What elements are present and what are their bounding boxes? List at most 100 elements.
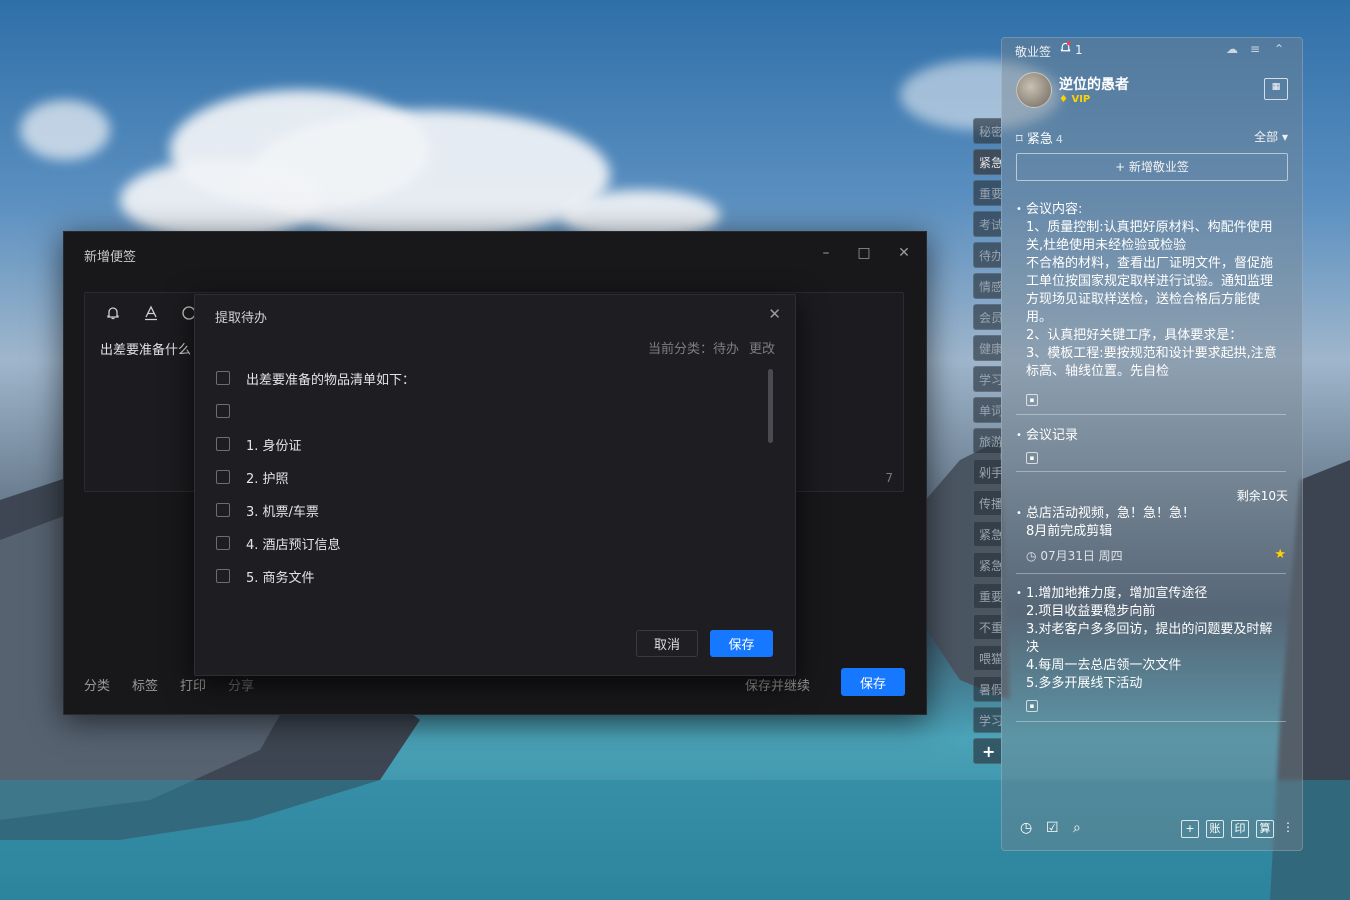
side-tab[interactable]: 暑假 <box>973 676 1001 702</box>
todo-text: 3. 机票/车票 <box>246 504 319 520</box>
account-icon[interactable]: 账 <box>1206 820 1224 838</box>
note-line: 会议内容: <box>1026 202 1083 217</box>
todo-item[interactable]: 4. 酒店预订信息 <box>216 533 341 553</box>
todo-text: 1. 身份证 <box>246 438 302 454</box>
todo-item[interactable] <box>216 401 246 421</box>
maximize-icon[interactable]: □ <box>854 243 874 263</box>
todo-item[interactable]: 出差要准备的物品清单如下： <box>216 368 415 388</box>
side-tab[interactable]: 旅游 <box>973 428 1001 454</box>
avatar[interactable] <box>1016 72 1052 108</box>
dialog-save-button[interactable]: 保存 <box>710 630 773 657</box>
side-tab-active[interactable]: 紧急 <box>973 149 1001 175</box>
add-tab-button[interactable]: + <box>973 738 1001 764</box>
todo-text: 4. 酒店预订信息 <box>246 537 341 553</box>
print-link[interactable]: 打印 <box>180 675 206 694</box>
vip-badge: ♦ VIP <box>1059 94 1091 105</box>
note-line: 3.对老客户多多回访，提出的问题要及时解 <box>1026 622 1273 637</box>
side-tab[interactable]: 学习 <box>973 366 1001 392</box>
bullet-icon: • <box>1016 430 1022 441</box>
menu-icon[interactable]: ≡ <box>1250 42 1260 56</box>
username[interactable]: 逆位的愚者 <box>1059 74 1129 94</box>
note-body: 会议内容: 1、质量控制:认真把好原材料、构配件使用 关,杜绝使用未经检验或检验… <box>1026 201 1288 381</box>
reminder-bell-icon[interactable] <box>103 305 123 325</box>
todo-item[interactable]: 3. 机票/车票 <box>216 500 319 520</box>
bullet-icon: • <box>1016 204 1022 215</box>
todo-item[interactable]: 5. 商务文件 <box>216 566 315 586</box>
note-line: 8月前完成剪辑 <box>1026 524 1113 539</box>
divider <box>1016 721 1286 722</box>
clock-icon[interactable]: ◷ <box>1020 820 1032 836</box>
close-icon[interactable]: ✕ <box>768 305 781 323</box>
note-line: 关,杜绝使用未经检验或检验 <box>1026 238 1187 253</box>
note-line: 用。 <box>1026 310 1053 325</box>
todo-checkbox[interactable] <box>216 437 230 451</box>
tag-link[interactable]: 标签 <box>132 675 158 694</box>
collapse-icon[interactable]: ⌃ <box>1274 42 1284 56</box>
dialog-scrollbar[interactable] <box>768 369 773 443</box>
todo-item[interactable]: 1. 身份证 <box>216 434 302 454</box>
editor-content[interactable]: 出差要准备什么 <box>100 339 191 358</box>
note-line: 工单位按国家规定取样进行试验。通知监理 <box>1026 274 1274 289</box>
add-icon[interactable]: + <box>1181 820 1199 838</box>
calculate-icon[interactable]: 算 <box>1256 820 1274 838</box>
note-line: 3、模板工程:要按规范和设计要求起拱,注意 <box>1026 346 1277 361</box>
side-tab[interactable]: 重要 <box>973 180 1001 206</box>
change-category-link[interactable]: 更改 <box>749 342 775 357</box>
todo-checkbox[interactable] <box>216 569 230 583</box>
cancel-button[interactable]: 取消 <box>636 630 698 657</box>
category-link[interactable]: 分类 <box>84 675 110 694</box>
note-item[interactable]: • 会议记录 <box>1016 427 1288 447</box>
star-icon[interactable]: ★ <box>1274 547 1286 562</box>
search-icon[interactable]: ⌕ <box>1073 820 1081 836</box>
todo-checkbox[interactable] <box>216 404 230 418</box>
side-tab[interactable]: 传播 <box>973 490 1001 516</box>
todo-item[interactable]: 2. 护照 <box>216 467 289 487</box>
todo-checkbox[interactable] <box>216 503 230 517</box>
cloud-sync-icon[interactable]: ☁ <box>1226 42 1238 56</box>
todo-checkbox[interactable] <box>216 371 230 385</box>
save-button[interactable]: 保存 <box>841 668 905 696</box>
lock-icon: ▪ <box>1026 394 1038 406</box>
note-body: 会议记录 <box>1026 427 1288 445</box>
close-icon[interactable]: ✕ <box>894 243 914 263</box>
notification-bell-icon[interactable] <box>1059 41 1072 58</box>
note-line: 标高、轴线位置。先自检 <box>1026 364 1170 379</box>
side-tab[interactable]: 待办 <box>973 242 1001 268</box>
todo-checkbox[interactable] <box>216 536 230 550</box>
side-tab[interactable]: 会员 <box>973 304 1001 330</box>
side-tab[interactable]: 健康 <box>973 335 1001 361</box>
print-icon[interactable]: 印 <box>1231 820 1249 838</box>
side-tab[interactable]: 剁手 <box>973 459 1001 485</box>
side-tab[interactable]: 紧急 <box>973 521 1001 547</box>
character-count: 7 <box>885 471 893 485</box>
note-item[interactable]: • 总店活动视频，急！急！急！ 8月前完成剪辑 <box>1016 505 1288 545</box>
current-category-label: 当前分类： <box>647 342 713 357</box>
panel-bottom-bar: ◷ ☑ ⌕ + 账 印 算 ⋮ <box>1002 810 1302 850</box>
side-tab[interactable]: 秘密 <box>973 118 1001 144</box>
side-tab[interactable]: 紧急 <box>973 552 1001 578</box>
filter-dropdown[interactable]: 全部 ▾ <box>1254 128 1288 145</box>
current-category-value: 待办 <box>712 342 739 357</box>
note-line: 4.每周一去总店领一次文件 <box>1026 658 1182 673</box>
todo-check-icon[interactable]: ☑ <box>1046 820 1059 836</box>
side-tab[interactable]: 不重 <box>973 614 1001 640</box>
add-note-button[interactable]: + 新增敬业签 <box>1016 153 1288 181</box>
side-tab[interactable]: 重要 <box>973 583 1001 609</box>
font-style-icon[interactable] <box>141 305 161 325</box>
side-tab[interactable]: 情感 <box>973 273 1001 299</box>
more-icon[interactable]: ⋮ <box>1282 820 1294 834</box>
minimize-icon[interactable]: – <box>816 243 836 263</box>
side-tab[interactable]: 单词 <box>973 397 1001 423</box>
save-continue-link[interactable]: 保存并继续 <box>745 675 810 694</box>
side-tab[interactable]: 学习 <box>973 707 1001 733</box>
note-line: 5.多多开展线下活动 <box>1026 676 1143 691</box>
note-item[interactable]: • 会议内容: 1、质量控制:认真把好原材料、构配件使用 关,杜绝使用未经检验或… <box>1016 201 1288 396</box>
share-link[interactable]: 分享 <box>228 675 254 694</box>
side-tab[interactable]: 喂猫 <box>973 645 1001 671</box>
chevron-down-icon: ▾ <box>1281 130 1288 144</box>
todo-checkbox[interactable] <box>216 470 230 484</box>
calendar-icon[interactable]: ▦ <box>1264 78 1288 100</box>
note-item[interactable]: • 1.增加地推力度，增加宣传途径 2.项目收益要稳步向前 3.对老客户多多回访… <box>1016 585 1288 695</box>
days-remaining: 剩余10天 <box>1236 489 1288 503</box>
side-tab[interactable]: 考试 <box>973 211 1001 237</box>
